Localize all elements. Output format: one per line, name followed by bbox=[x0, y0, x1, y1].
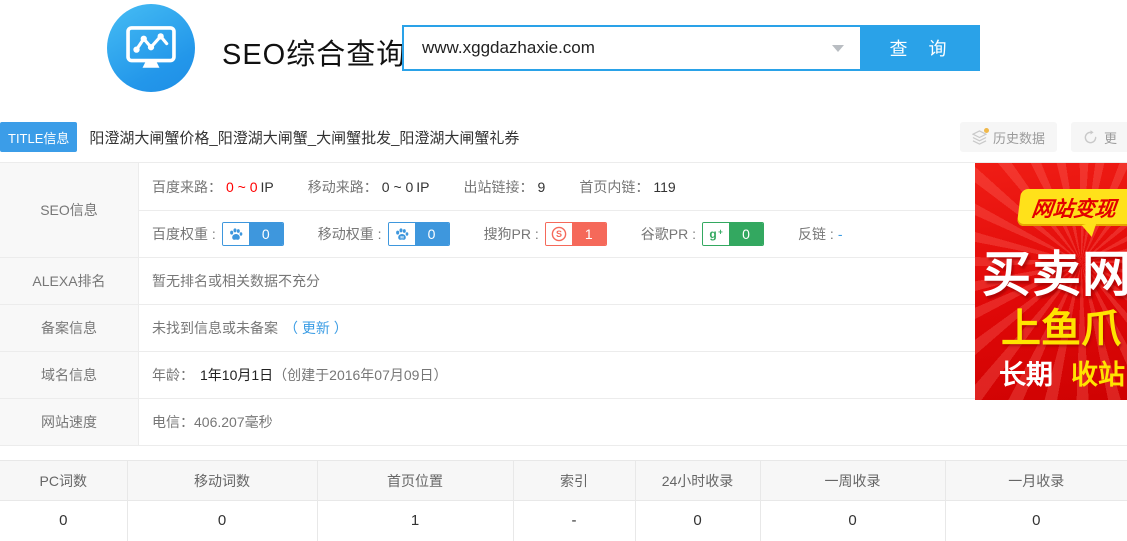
domain-row: 域名信息 年龄： 1年10月1日 （创建于2016年07月09日） bbox=[0, 352, 1127, 399]
homepage-inlinks: 首页内链： 119 bbox=[579, 177, 675, 197]
alexa-value: 暂无排名或相关数据不充分 bbox=[152, 271, 320, 291]
row-label-seo: SEO信息 bbox=[0, 163, 139, 257]
page-title: SEO综合查询 bbox=[222, 31, 406, 73]
stats-header-24h-included: 24小时收录 bbox=[635, 461, 760, 501]
mobile-traffic-value: 0 ~ 0 bbox=[382, 179, 414, 195]
icp-value: 未找到信息或未备案 bbox=[152, 318, 278, 338]
svg-text:S: S bbox=[556, 229, 562, 239]
stats-header-pc-words: PC词数 bbox=[0, 461, 127, 501]
stats-header-index: 索引 bbox=[513, 461, 635, 501]
backlinks: 反链 : - bbox=[798, 224, 842, 244]
row-label-icp: 备案信息 bbox=[0, 305, 139, 351]
stats-header-homepage-position: 首页位置 bbox=[317, 461, 513, 501]
stats-header-month-included: 一月收录 bbox=[945, 461, 1127, 501]
seo-info-row: SEO信息 百度来路： 0 ~ 0 IP 移动来路： 0 ~ 0 IP 出站链接… bbox=[0, 163, 1127, 258]
ad-subline: 上鱼爪 bbox=[1001, 296, 1121, 354]
stats-header-week-included: 一周收录 bbox=[760, 461, 945, 501]
stats-value-index: - bbox=[513, 501, 635, 541]
layers-icon bbox=[972, 130, 987, 145]
baidu-weight-value: 0 bbox=[249, 223, 283, 245]
search-bar: 查 询 bbox=[402, 25, 980, 71]
speed-value: 电信：406.207毫秒 bbox=[152, 412, 273, 432]
stats-value-24h-included: 0 bbox=[635, 501, 760, 541]
seo-info-table: SEO信息 百度来路： 0 ~ 0 IP 移动来路： 0 ~ 0 IP 出站链接… bbox=[0, 162, 1127, 446]
refresh-button[interactable]: 更 bbox=[1071, 122, 1127, 152]
google-pr-value: 0 bbox=[729, 223, 763, 245]
refresh-icon bbox=[1083, 130, 1098, 145]
seo-query-page: SEO综合查询 查 询 TITLE信息 阳澄湖大闸蟹价格_阳澄湖大闸蟹_大闸蟹批… bbox=[0, 0, 1127, 532]
search-input[interactable] bbox=[402, 25, 860, 71]
sogou-icon: S bbox=[546, 223, 572, 245]
baidu-paw-icon bbox=[223, 223, 249, 245]
stats-value-homepage-position: 1 bbox=[317, 501, 513, 541]
domain-created-value: （创建于2016年07月09日） bbox=[273, 365, 447, 385]
site-title-text: 阳澄湖大闸蟹价格_阳澄湖大闸蟹_大闸蟹批发_阳澄湖大闸蟹礼券 bbox=[89, 127, 519, 148]
ad-banner[interactable]: 网站变现 买卖网 上鱼爪 长期收站 bbox=[975, 163, 1127, 400]
row-label-domain: 域名信息 bbox=[0, 352, 139, 398]
app-logo bbox=[107, 4, 195, 92]
sogou-pr-value: 1 bbox=[572, 223, 606, 245]
header: SEO综合查询 查 询 bbox=[0, 0, 1127, 112]
mobile-weight: 移动权重 : M bbox=[318, 222, 450, 246]
stats-header-row: PC词数 移动词数 首页位置 索引 24小时收录 一周收录 一月收录 bbox=[0, 461, 1127, 501]
sogou-pr-badge[interactable]: S 1 bbox=[545, 222, 607, 246]
google-pr: 谷歌PR : g + 0 bbox=[641, 222, 764, 246]
baidu-weight: 百度权重 : 0 bbox=[152, 222, 284, 246]
stats-value-row: 0 0 1 - 0 0 0 bbox=[0, 501, 1127, 541]
baidu-mobile-paw-icon: M bbox=[389, 223, 415, 245]
svg-text:+: + bbox=[718, 228, 723, 237]
title-info-badge: TITLE信息 bbox=[0, 122, 77, 152]
query-button[interactable]: 查 询 bbox=[860, 25, 980, 71]
speed-row: 网站速度 电信：406.207毫秒 bbox=[0, 399, 1127, 446]
keyword-stats-table: PC词数 移动词数 首页位置 索引 24小时收录 一周收录 一月收录 0 0 1… bbox=[0, 460, 1127, 541]
dropdown-arrow-icon[interactable] bbox=[832, 45, 844, 52]
google-pr-badge[interactable]: g + 0 bbox=[702, 222, 764, 246]
domain-age-value: 1年10月1日 bbox=[200, 365, 273, 385]
stats-value-week-included: 0 bbox=[760, 501, 945, 541]
mobile-weight-value: 0 bbox=[415, 223, 449, 245]
stats-header-mobile-words: 移动词数 bbox=[127, 461, 317, 501]
sogou-pr: 搜狗PR : S 1 bbox=[484, 222, 607, 246]
ad-footline: 长期收站 bbox=[999, 353, 1125, 392]
domain-age-label: 年龄： bbox=[152, 365, 194, 385]
history-data-button[interactable]: 历史数据 bbox=[960, 122, 1057, 152]
baidu-weight-badge[interactable]: 0 bbox=[222, 222, 284, 246]
svg-text:g: g bbox=[709, 227, 716, 241]
stats-value-pc-words: 0 bbox=[0, 501, 127, 541]
ad-bubble-text: 网站变现 bbox=[1017, 189, 1127, 226]
baidu-traffic-value: 0 ~ 0 bbox=[226, 179, 258, 195]
icp-update-link[interactable]: （ 更新 ） bbox=[284, 318, 348, 338]
backlinks-value: - bbox=[838, 226, 843, 242]
monitor-chart-icon bbox=[122, 17, 180, 80]
stats-value-mobile-words: 0 bbox=[127, 501, 317, 541]
icp-row: 备案信息 未找到信息或未备案 （ 更新 ） bbox=[0, 305, 1127, 352]
title-bar: TITLE信息 阳澄湖大闸蟹价格_阳澄湖大闸蟹_大闸蟹批发_阳澄湖大闸蟹礼券 历… bbox=[0, 120, 1127, 154]
baidu-traffic: 百度来路： 0 ~ 0 IP bbox=[152, 177, 274, 197]
row-label-alexa: ALEXA排名 bbox=[0, 258, 139, 304]
homepage-inlinks-value: 119 bbox=[653, 179, 675, 195]
mobile-weight-badge[interactable]: M 0 bbox=[388, 222, 450, 246]
alexa-row: ALEXA排名 暂无排名或相关数据不充分 bbox=[0, 258, 1127, 305]
google-plus-icon: g + bbox=[703, 223, 729, 245]
stats-value-month-included: 0 bbox=[945, 501, 1127, 541]
mobile-traffic: 移动来路： 0 ~ 0 IP bbox=[308, 177, 430, 197]
row-label-speed: 网站速度 bbox=[0, 399, 139, 445]
outbound-links: 出站链接： 9 bbox=[464, 177, 546, 197]
outbound-links-value: 9 bbox=[538, 179, 546, 195]
